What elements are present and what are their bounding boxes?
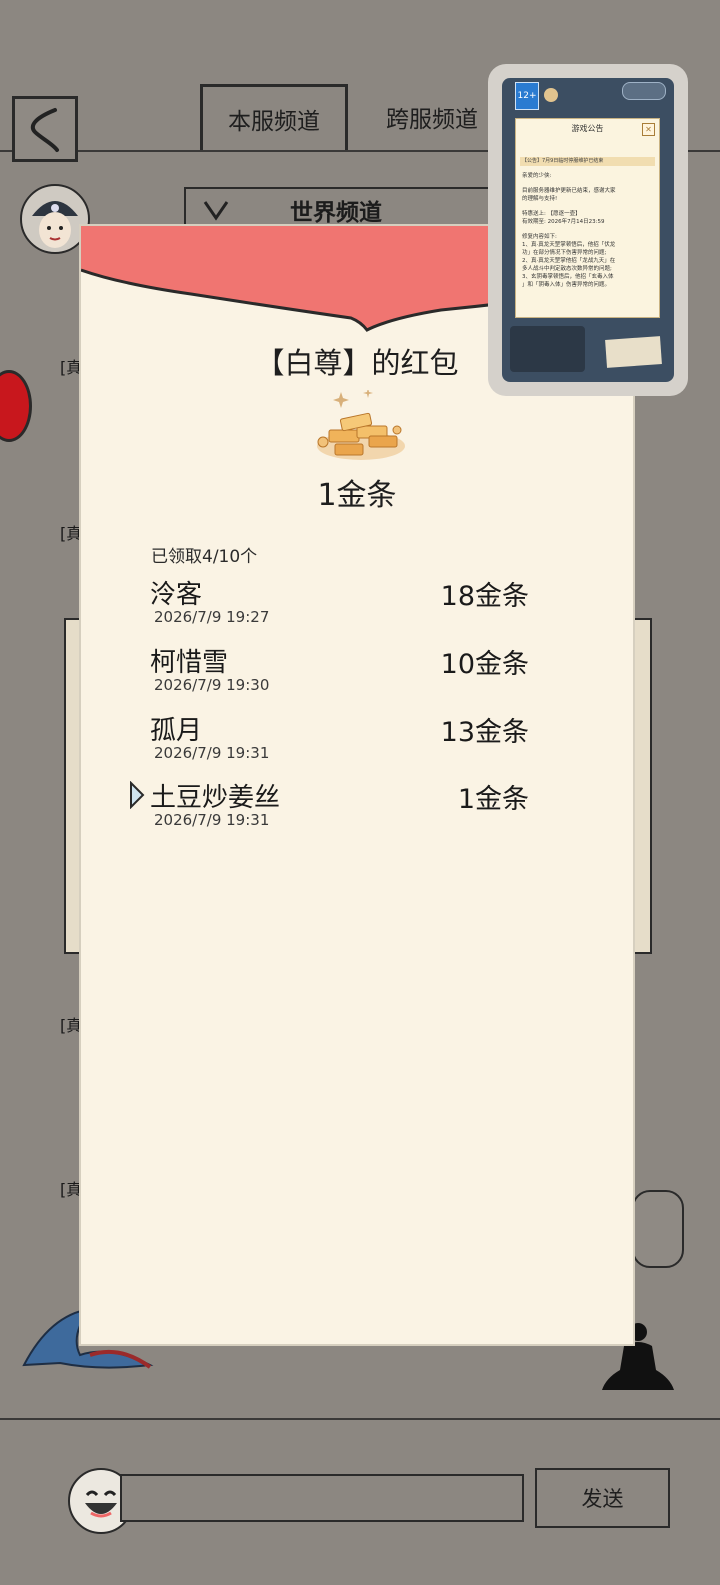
- list-item: 泠客 2026/7/9 19:27 18金条: [81, 574, 633, 634]
- announcement-line: 功」在部分情况下伤害异常的问题;: [522, 250, 607, 256]
- announcement-title: 游戏公告: [571, 124, 604, 133]
- announcement-line: 特惠送上: 【愿逐一壶】: [522, 211, 581, 217]
- floating-preview-window[interactable]: 12+ 游戏公告 ✕ 【公告】7月9日临时停服维护已结束 亲爱的少侠: 目前服务…: [488, 64, 688, 396]
- claim-time: 2026/7/9 19:31: [154, 744, 270, 762]
- claim-amount: 13金条: [440, 717, 529, 748]
- announcement-line: 目前服务器维护更新已结束，感谢大家: [522, 188, 616, 194]
- claimer-name: 孤月: [150, 716, 203, 746]
- claim-amount: 1金条: [457, 784, 529, 815]
- claimer-name: 柯惜雪: [150, 648, 229, 678]
- back-arrow-icon: [30, 108, 59, 152]
- claim-amount: 10金条: [440, 649, 529, 680]
- chat-input[interactable]: [120, 1474, 524, 1522]
- claim-time: 2026/7/9 19:30: [154, 676, 270, 694]
- announcement-line: 1、真·真龙天罡掌顿悟后，他招「伏龙: [522, 242, 616, 248]
- announcement-dialog: 游戏公告 ✕ 【公告】7月9日临时停服维护已结束 亲爱的少侠: 目前服务器维护更…: [515, 118, 660, 318]
- announcement-line: 2、真·真龙天罡掌他招「龙战九天」在: [522, 258, 616, 264]
- announcement-line: 多人战斗中判定敌态次数异常的问题;: [522, 266, 612, 272]
- chevron-down-icon: [203, 201, 229, 221]
- preview-screen: 12+ 游戏公告 ✕ 【公告】7月9日临时停服维护已结束 亲爱的少侠: 目前服务…: [502, 78, 674, 382]
- list-item: 土豆炒姜丝 2026/7/9 19:31 1金条: [81, 777, 633, 837]
- list-item: 柯惜雪 2026/7/9 19:30 10金条: [81, 642, 633, 702]
- claimed-count: 已领取4/10个: [151, 547, 258, 567]
- gold-bar-pile-icon: [317, 390, 405, 460]
- mini-avatar: [544, 88, 558, 102]
- announcement-line: 3、玄阴毒掌顿悟后，他招「玄毒入体: [522, 274, 614, 280]
- announcement-line: 亲爱的少侠:: [522, 173, 552, 179]
- announcement-banner: 【公告】7月9日临时停服维护已结束: [520, 157, 655, 166]
- claim-time: 2026/7/9 19:31: [154, 811, 270, 829]
- paper-scroll-graphic: [605, 336, 662, 368]
- footer-divider: [0, 1418, 720, 1420]
- claimer-name: 泠客: [150, 580, 203, 610]
- tab-cross-server[interactable]: 跨服频道: [358, 84, 506, 150]
- announcement-line: 修复内容如下:: [522, 234, 557, 240]
- send-button[interactable]: 发送: [535, 1468, 670, 1528]
- list-item: 孤月 2026/7/9 19:31 13金条: [81, 710, 633, 770]
- mini-toggle: [622, 82, 666, 100]
- keypad-graphic: [510, 326, 585, 372]
- announcement-line: 」和「阴毒入体」伤害异常的问题。: [522, 282, 611, 288]
- claim-time: 2026/7/9 19:27: [154, 608, 270, 626]
- announcement-line: 有效期至: 2026年7月14日23:59: [522, 219, 605, 225]
- tab-local-server[interactable]: 本服频道: [200, 84, 348, 150]
- announcement-line: 的理解与支持!: [522, 196, 558, 202]
- close-icon: ✕: [642, 123, 655, 136]
- chat-bubble: [632, 1190, 684, 1268]
- channel-label: 世界频道: [290, 200, 382, 226]
- age-rating-badge: 12+: [515, 82, 539, 110]
- side-event-badge[interactable]: [0, 370, 32, 442]
- red-packet-amount: 1金条: [317, 478, 397, 513]
- claimer-name: 土豆炒姜丝: [150, 783, 281, 813]
- current-player-pointer-icon: [130, 781, 145, 809]
- back-button[interactable]: [12, 96, 78, 162]
- claim-amount: 18金条: [440, 581, 529, 612]
